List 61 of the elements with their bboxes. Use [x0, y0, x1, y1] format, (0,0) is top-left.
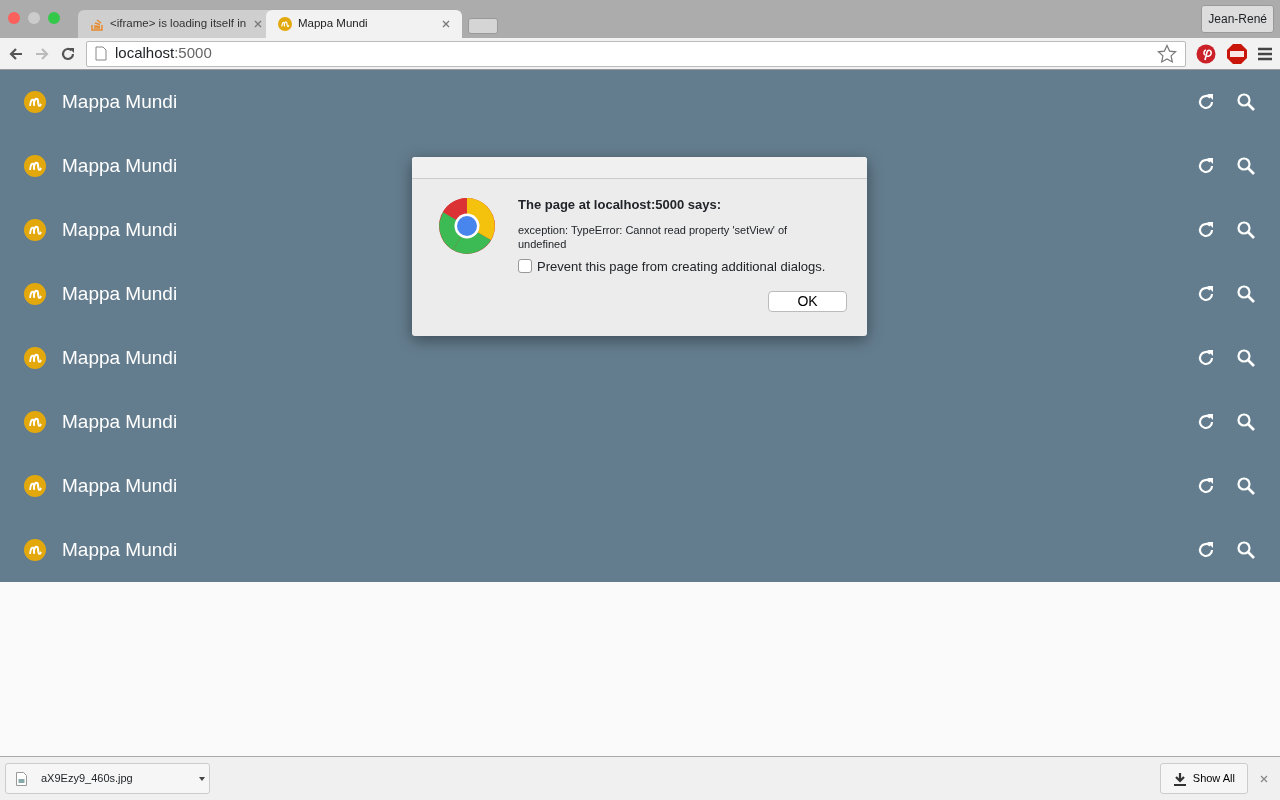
prevent-dialogs-checkbox[interactable]: Prevent this page from creating additional dialogs.	[518, 256, 847, 277]
download-icon	[1172, 771, 1187, 786]
refresh-icon[interactable]	[1196, 412, 1216, 432]
logo-icon	[24, 475, 46, 497]
refresh-icon[interactable]	[1196, 348, 1216, 368]
file-icon	[16, 771, 27, 786]
back-icon[interactable]	[8, 45, 24, 62]
dialog-title: The page at localhost:5000 says:	[518, 197, 723, 213]
logo-icon	[24, 411, 46, 433]
logo-icon	[24, 283, 46, 305]
app-title: Mappa Mundi	[62, 89, 178, 114]
logo-icon	[24, 91, 46, 113]
search-icon[interactable]	[1236, 92, 1256, 112]
stop-sign-icon[interactable]	[1226, 42, 1248, 65]
tab-title: <iframe> is loading itself in	[110, 16, 248, 32]
reload-icon[interactable]	[60, 45, 76, 62]
close-icon[interactable]	[1260, 774, 1268, 783]
refresh-icon[interactable]	[1196, 284, 1216, 304]
app-title: Mappa Mundi	[62, 473, 178, 498]
search-icon[interactable]	[1236, 412, 1256, 432]
close-icon[interactable]	[442, 20, 450, 28]
logo-icon	[24, 539, 46, 561]
app-title: Mappa Mundi	[62, 217, 178, 242]
refresh-icon[interactable]	[1196, 156, 1216, 176]
page-icon	[95, 46, 107, 61]
pin-icon[interactable]	[1196, 43, 1216, 64]
search-icon[interactable]	[1236, 156, 1256, 176]
download-item[interactable]: aX9Ezy9_460s.jpg	[5, 763, 210, 794]
app-title: Mappa Mundi	[62, 281, 178, 306]
chrome-logo-icon	[438, 197, 496, 255]
logo-icon	[24, 219, 46, 241]
refresh-icon[interactable]	[1196, 220, 1216, 240]
app-title: Mappa Mundi	[62, 345, 178, 370]
search-icon[interactable]	[1236, 348, 1256, 368]
search-icon[interactable]	[1236, 284, 1256, 304]
dialog-message: exception: TypeError: Cannot read property 'setView' of undefined	[518, 222, 789, 251]
search-icon[interactable]	[1236, 476, 1256, 496]
profile-button[interactable]: Jean-René	[1201, 5, 1274, 33]
app-title: Mappa Mundi	[62, 153, 178, 178]
tab-title: Mappa Mundi	[298, 16, 369, 32]
show-all-button[interactable]: Show All	[1159, 763, 1248, 794]
download-filename: aX9Ezy9_460s.jpg	[41, 771, 133, 787]
search-icon[interactable]	[1236, 540, 1256, 560]
star-icon[interactable]	[1157, 43, 1177, 64]
app-title: Mappa Mundi	[62, 537, 178, 562]
search-icon[interactable]	[1236, 220, 1256, 240]
logo-icon	[24, 347, 46, 369]
address-bar[interactable]: localhost:5000	[86, 40, 1186, 67]
dropdown-caret-icon[interactable]	[199, 776, 205, 781]
app-title: Mappa Mundi	[62, 409, 178, 434]
menu-icon[interactable]	[1258, 46, 1272, 61]
refresh-icon[interactable]	[1196, 476, 1216, 496]
refresh-icon[interactable]	[1196, 92, 1216, 112]
ok-button[interactable]: OK	[768, 291, 847, 313]
logo-icon	[24, 155, 46, 177]
url-text: localhost:5000	[115, 43, 212, 64]
logo-icon	[278, 17, 292, 31]
browser-tab[interactable]: Mappa Mundi	[266, 10, 462, 38]
refresh-icon[interactable]	[1196, 540, 1216, 560]
stack-icon	[90, 17, 104, 31]
close-icon[interactable]	[254, 20, 262, 28]
